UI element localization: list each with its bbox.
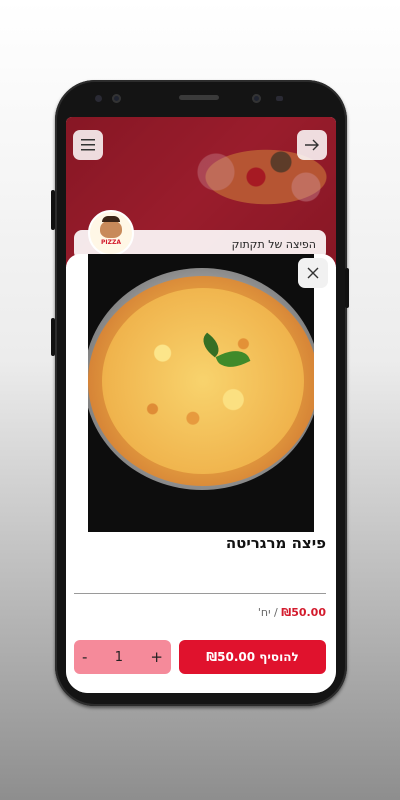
volume-button — [51, 190, 55, 230]
phone-top-bar — [55, 80, 347, 116]
product-title: פיצה מרגריטה — [225, 534, 326, 552]
earpiece-speaker — [179, 95, 219, 100]
close-button[interactable] — [298, 258, 328, 288]
product-price: ₪50.00 — [281, 606, 326, 619]
menu-button[interactable] — [73, 130, 103, 160]
product-image — [88, 254, 314, 532]
bixby-button — [51, 318, 55, 356]
add-to-cart-button[interactable]: להוסיף ₪50.00 — [179, 640, 326, 674]
sensor — [95, 95, 102, 102]
logo-text: PIZZA — [101, 239, 121, 246]
iris-scanner — [252, 94, 261, 103]
back-button[interactable] — [297, 130, 327, 160]
hamburger-icon — [81, 139, 95, 151]
arrow-right-icon — [305, 139, 319, 151]
front-camera — [112, 94, 121, 103]
quantity-value: 1 — [114, 649, 124, 665]
pizza-cheese — [102, 288, 304, 474]
power-button — [345, 268, 349, 308]
proximity-sensor — [276, 96, 283, 101]
increase-quantity-button[interactable]: + — [150, 648, 163, 666]
divider — [74, 593, 326, 594]
product-sheet: פיצה מרגריטה ₪50.00 / יח' - 1 + להוסיף ₪… — [66, 254, 336, 693]
restaurant-logo: PIZZA — [88, 210, 134, 256]
restaurant-name: הפיצה של תקתוק — [231, 238, 316, 251]
decrease-quantity-button[interactable]: - — [82, 648, 87, 666]
chef-face-icon — [100, 216, 122, 238]
app-screen: הפיצה של תקתוק PIZZA פיצה מרגריטה ₪50.00… — [66, 117, 336, 693]
price-line: ₪50.00 / יח' — [258, 606, 326, 619]
close-icon — [307, 267, 319, 279]
quantity-stepper: - 1 + — [74, 640, 171, 674]
unit-label: / יח' — [257, 606, 278, 619]
